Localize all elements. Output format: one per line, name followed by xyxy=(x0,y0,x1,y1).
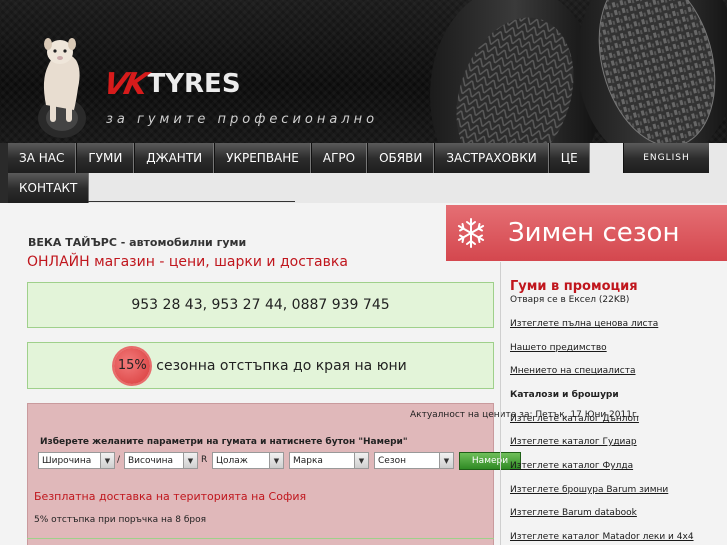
size-separator-r: R xyxy=(201,455,208,465)
link-catalog-matador[interactable]: Изтеглете каталог Matador леки и 4x4 xyxy=(510,532,694,542)
nav-item-fastening[interactable]: УКРЕПВАНЕ xyxy=(214,143,311,173)
promo-file-note: Отваря се в Ексел (22KB) xyxy=(510,295,630,305)
discount-badge: 15% xyxy=(114,347,151,384)
winter-season-label: Зимен сезон xyxy=(508,218,680,248)
panel-divider xyxy=(27,538,494,539)
free-delivery-note: Безплатна доставка на територията на Соф… xyxy=(34,490,307,503)
discount-text: сезонна отстъпка до края на юни xyxy=(156,357,407,374)
catalogs-heading: Каталози и брошури xyxy=(510,390,619,400)
tires-image xyxy=(430,0,727,143)
logo-vk: VK xyxy=(100,66,149,102)
intro-title: ВЕКА ТАЙЪРС - автомобилни гуми xyxy=(28,236,247,249)
link-catalog-dunlop[interactable]: Изтеглете каталог Дънлоп xyxy=(510,414,639,424)
site-header: VK TYRES за гумите професионално xyxy=(0,0,727,143)
mascot-dog-image xyxy=(38,38,86,138)
link-brochure-barum-winter[interactable]: Изтеглете брошура Barum зимни xyxy=(510,485,668,495)
width-select-value: Широчина xyxy=(42,455,92,466)
link-barum-databook[interactable]: Изтеглете Barum databook xyxy=(510,508,637,518)
nav-divider xyxy=(88,201,295,202)
link-expert-opinion[interactable]: Мнението на специалиста xyxy=(510,366,636,376)
brand-select-value: Марка xyxy=(293,455,323,466)
link-catalog-fulda[interactable]: Изтеглете каталог Фулда xyxy=(510,461,633,471)
nav-item-insurance[interactable]: ЗАСТРАХОВКИ xyxy=(434,143,549,173)
chevron-down-icon: ▼ xyxy=(354,453,368,468)
nav-item-contact[interactable]: КОНТАКТ xyxy=(0,173,90,203)
nav-item-rims[interactable]: ДЖАНТИ xyxy=(134,143,215,173)
winter-season-banner[interactable]: Зимен сезон xyxy=(446,205,727,261)
logo-tyres: TYRES xyxy=(147,69,241,99)
nav-item-agro[interactable]: АГРО xyxy=(310,143,368,173)
rim-select-value: Цолаж xyxy=(216,455,248,466)
height-select-value: Височина xyxy=(128,455,174,466)
brand-select[interactable]: Марка ▼ xyxy=(289,452,369,469)
sidebar-divider xyxy=(500,262,501,545)
chevron-down-icon: ▼ xyxy=(439,453,453,468)
search-instructions: Изберете желаните параметри на гумата и … xyxy=(40,437,408,447)
rim-select[interactable]: Цолаж ▼ xyxy=(212,452,284,469)
promo-tires-title[interactable]: Гуми в промоция xyxy=(510,279,638,294)
bulk-discount-note: 5% отстъпка при поръчка на 8 броя xyxy=(34,515,207,525)
nav-row-secondary: КОНТАКТ xyxy=(0,173,90,203)
site-logo[interactable]: VK TYRES xyxy=(100,64,241,104)
height-select[interactable]: Височина ▼ xyxy=(124,452,198,469)
chevron-down-icon: ▼ xyxy=(269,453,283,468)
nav-item-prices[interactable]: ЦЕ xyxy=(548,143,590,173)
nav-row-primary: ЗА НАС ГУМИ ДЖАНТИ УКРЕПВАНЕ АГРО ОБЯВИ … xyxy=(0,143,727,173)
season-select[interactable]: Сезон ▼ xyxy=(374,452,454,469)
phone-box: 953 28 43, 953 27 44, 0887 939 745 xyxy=(27,282,494,328)
size-separator-slash: / xyxy=(117,455,121,465)
link-our-advantage[interactable]: Нашето предимство xyxy=(510,343,607,353)
nav-item-about[interactable]: ЗА НАС xyxy=(0,143,77,173)
language-switch-english[interactable]: ENGLISH xyxy=(623,143,709,173)
width-select[interactable]: Широчина ▼ xyxy=(38,452,115,469)
link-full-price-list[interactable]: Изтеглете пълна ценова листа xyxy=(510,319,658,329)
main-navigation: ЗА НАС ГУМИ ДЖАНТИ УКРЕПВАНЕ АГРО ОБЯВИ … xyxy=(0,143,727,203)
nav-item-tires[interactable]: ГУМИ xyxy=(76,143,135,173)
chevron-down-icon: ▼ xyxy=(100,453,114,468)
link-catalog-goodyear[interactable]: Изтеглете каталог Гудиар xyxy=(510,437,637,447)
site-slogan: за гумите професионално xyxy=(106,112,379,127)
snowflake-icon xyxy=(457,218,485,248)
discount-box: 15% сезонна отстъпка до края на юни xyxy=(27,342,494,389)
season-select-value: Сезон xyxy=(378,455,406,466)
nav-item-ads[interactable]: ОБЯВИ xyxy=(367,143,435,173)
intro-subtitle: ОНЛАЙН магазин - цени, шарки и доставка xyxy=(27,254,348,270)
chevron-down-icon: ▼ xyxy=(183,453,197,468)
phone-numbers: 953 28 43, 953 27 44, 0887 939 745 xyxy=(131,297,390,313)
